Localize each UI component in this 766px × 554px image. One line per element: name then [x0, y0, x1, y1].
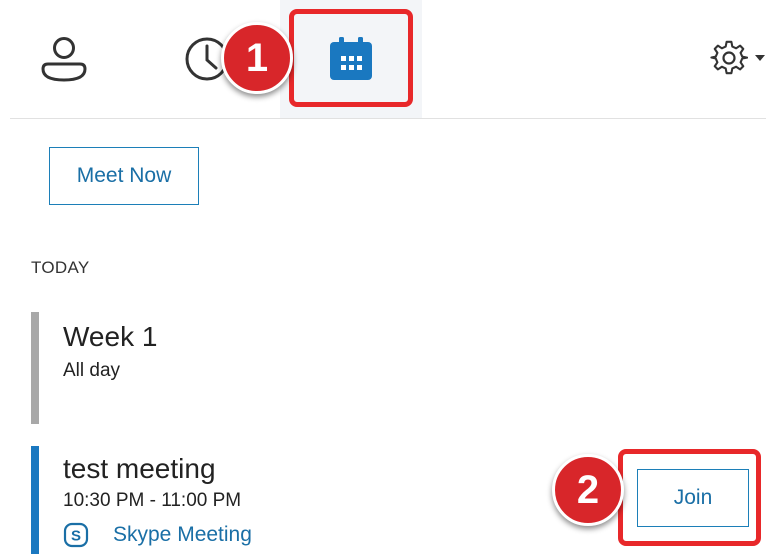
skype-meeting-label: Skype Meeting	[113, 523, 252, 546]
tab-bar	[0, 0, 766, 118]
step-badge-1: 1	[221, 22, 293, 94]
join-button[interactable]: Join	[637, 469, 749, 527]
person-icon	[41, 37, 87, 82]
tab-meetings[interactable]	[280, 0, 422, 118]
gear-icon	[710, 40, 748, 75]
meeting-title: Week 1	[63, 321, 158, 352]
tab-bar-divider	[10, 118, 766, 119]
meeting-title: test meeting	[63, 453, 216, 484]
skype-meeting-link[interactable]: S Skype Meeting	[63, 522, 252, 548]
meet-now-button[interactable]: Meet Now	[49, 147, 199, 205]
step-badge-2: 2	[552, 454, 624, 526]
meeting-status-bar	[31, 446, 39, 554]
meeting-time: All day	[63, 360, 121, 381]
meeting-item[interactable]: test meeting 10:30 PM - 11:00 PM S Skype…	[31, 446, 766, 554]
skype-icon: S	[63, 522, 89, 548]
caret-down-icon	[755, 55, 765, 61]
section-header-today: TODAY	[31, 258, 90, 277]
calendar-icon	[330, 37, 372, 80]
meeting-status-bar	[31, 312, 39, 424]
tab-contacts[interactable]	[22, 0, 106, 118]
meeting-item[interactable]: Week 1 All day	[31, 312, 766, 424]
svg-text:S: S	[71, 528, 81, 545]
settings-menu-button[interactable]	[710, 30, 766, 86]
meeting-time: 10:30 PM - 11:00 PM	[63, 490, 242, 511]
